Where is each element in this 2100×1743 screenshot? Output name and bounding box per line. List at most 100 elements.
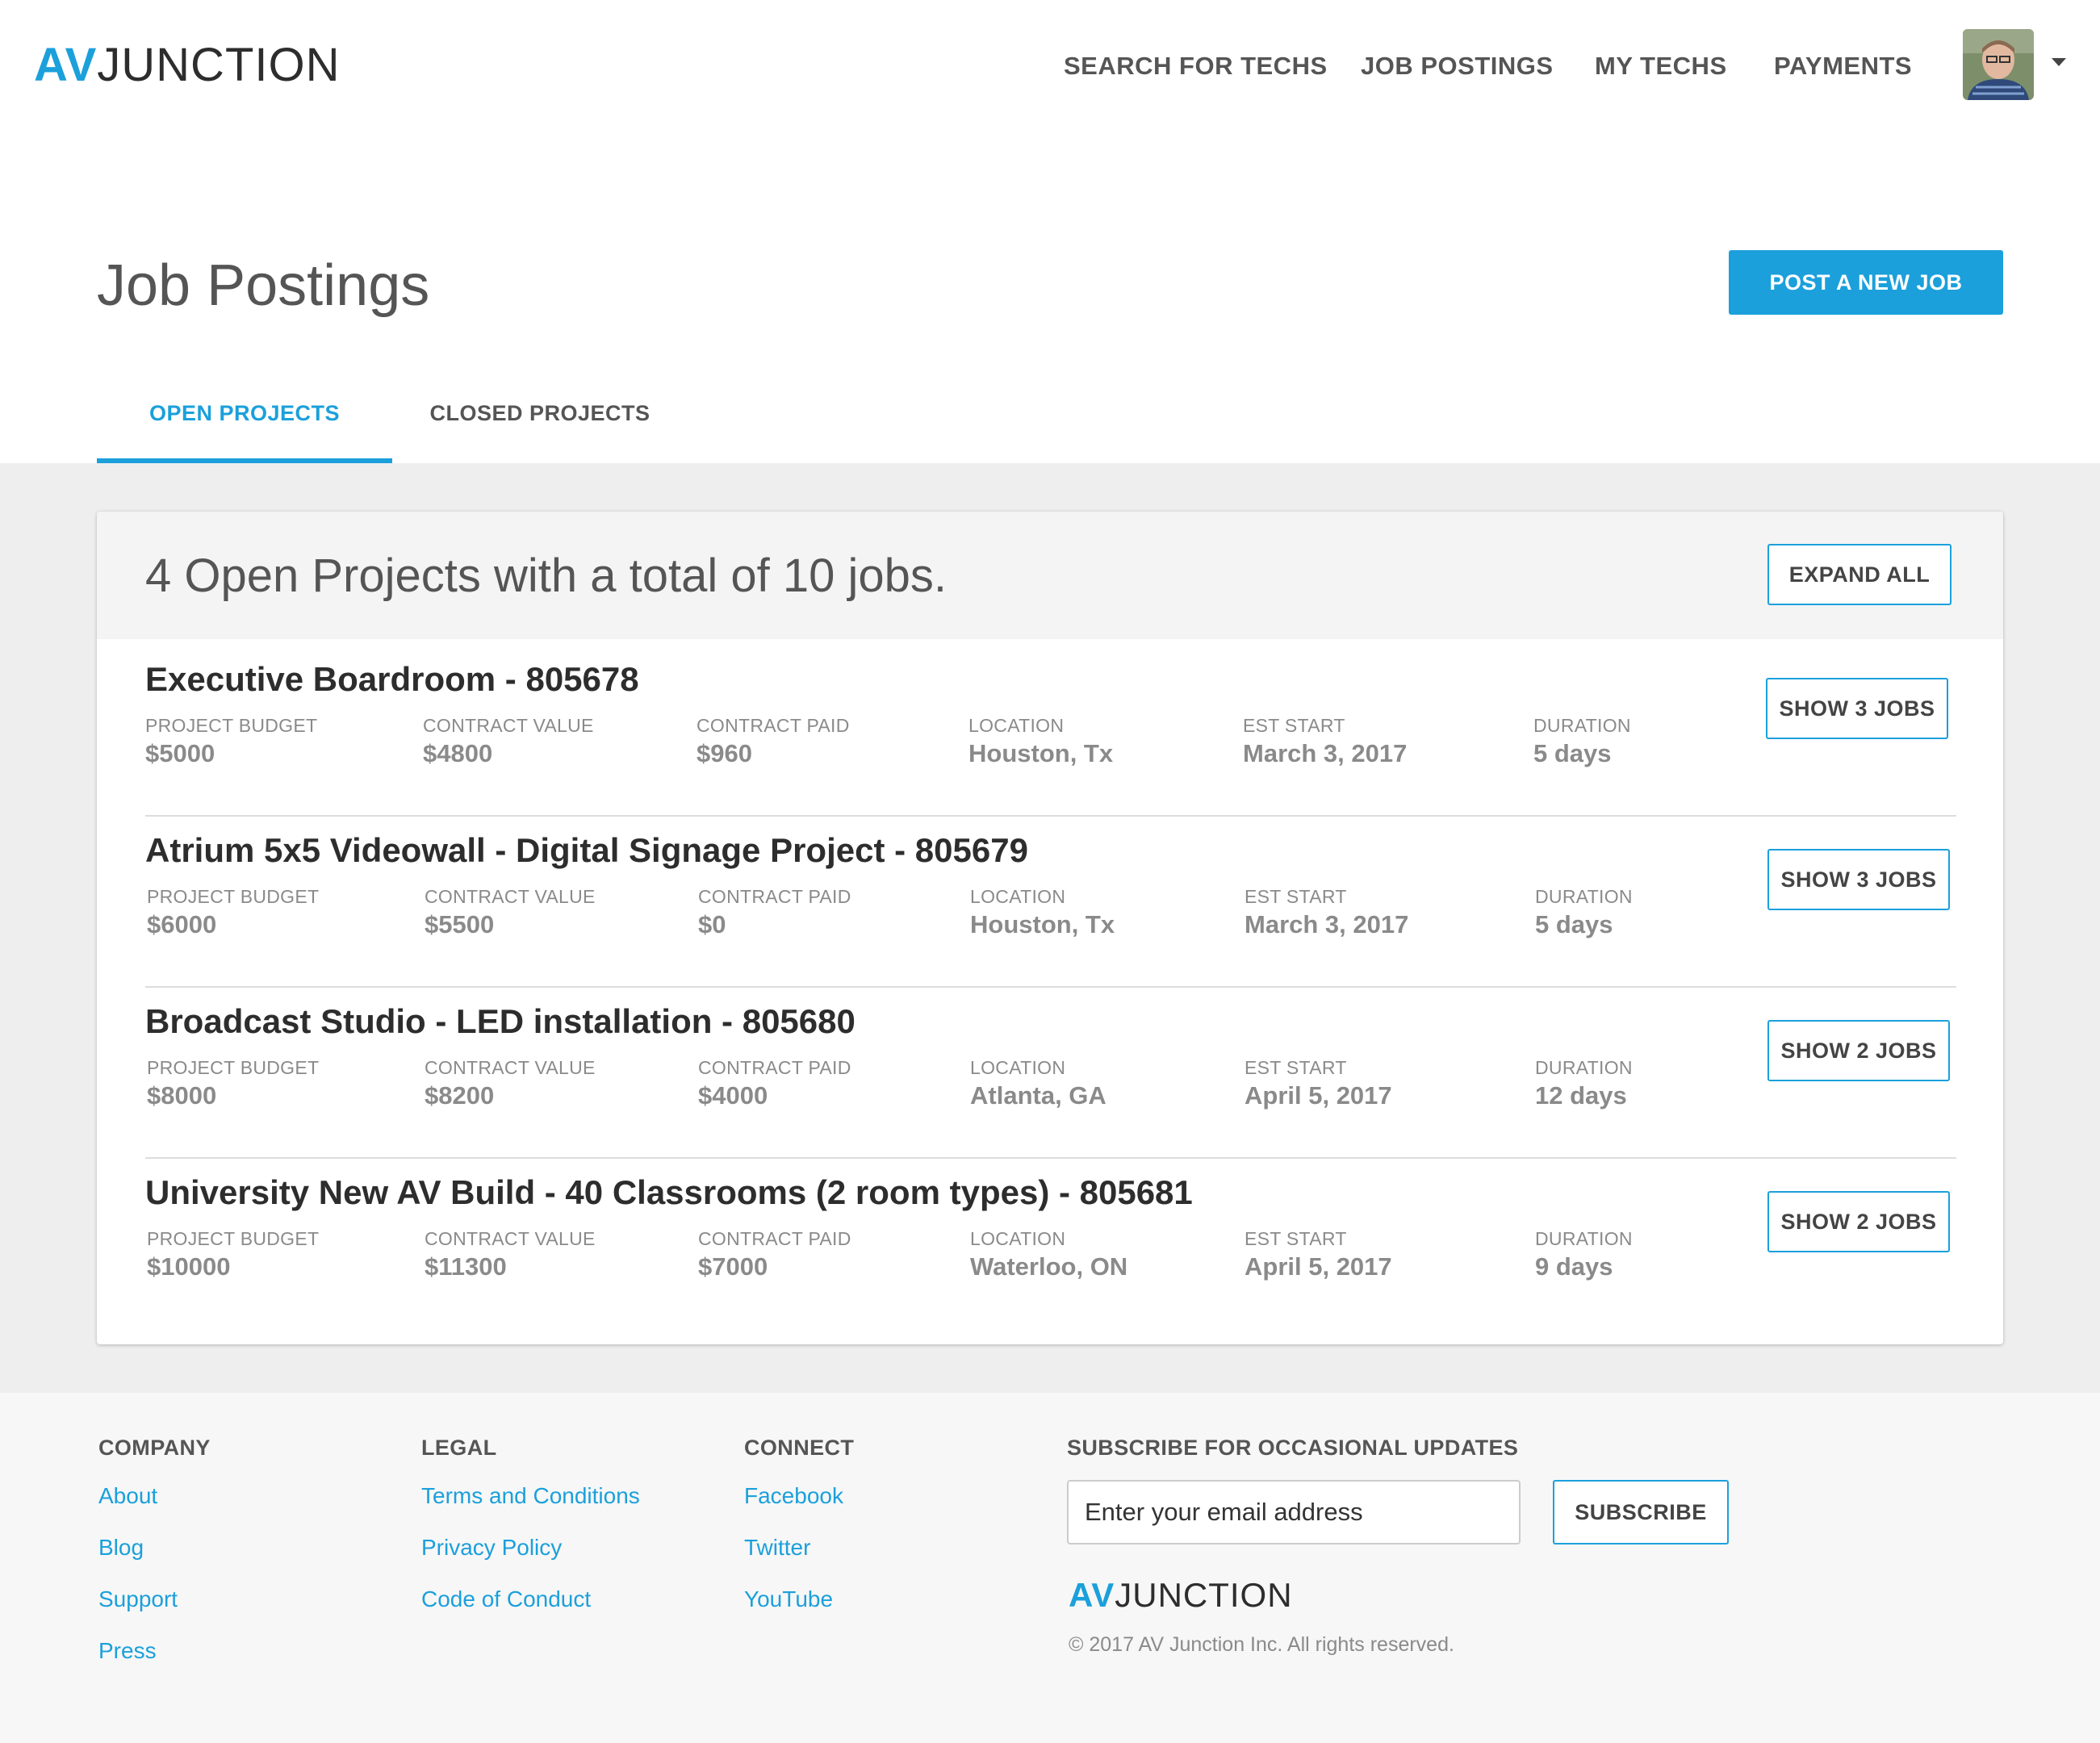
nav-search-for-techs[interactable]: SEARCH FOR TECHS [1064,50,1328,82]
field-label: LOCATION [970,1228,1066,1249]
nav-my-techs[interactable]: MY TECHS [1595,50,1727,82]
copyright: © 2017 AV Junction Inc. All rights reser… [1069,1633,1454,1656]
field-est-start: EST START March 3, 2017 [1245,884,1408,941]
projects-summary-header: 4 Open Projects with a total of 10 jobs.… [97,512,2003,639]
footer-heading: COMPANY [98,1436,211,1460]
field-est-start: EST START April 5, 2017 [1245,1055,1392,1112]
footer-heading: SUBSCRIBE FOR OCCASIONAL UPDATES [1067,1436,1519,1460]
projects-card: 4 Open Projects with a total of 10 jobs.… [97,512,2003,1344]
field-contract-value: CONTRACT VALUE $8200 [425,1055,596,1112]
field-label: LOCATION [970,1057,1066,1078]
field-location: LOCATION Houston, Tx [970,884,1115,941]
footer-subscribe: SUBSCRIBE FOR OCCASIONAL UPDATES [1067,1432,1518,1480]
field-value: April 5, 2017 [1245,1252,1392,1281]
footer-link-twitter[interactable]: Twitter [744,1532,854,1564]
field-label: EST START [1245,886,1347,907]
footer-link-youtube[interactable]: YouTube [744,1583,854,1616]
project-row: University New AV Build - 40 Classrooms … [145,1159,1956,1330]
field-contract-paid: CONTRACT PAID $960 [697,713,850,770]
footer-legal: LEGAL Terms and Conditions Privacy Polic… [421,1432,640,1635]
brand-logo[interactable]: AVJUNCTION [34,39,340,92]
field-value: $5000 [145,739,215,767]
project-row: Atrium 5x5 Videowall - Digital Signage P… [145,817,1956,988]
field-value: March 3, 2017 [1245,910,1409,938]
show-jobs-button[interactable]: SHOW 3 JOBS [1766,678,1948,739]
field-label: CONTRACT VALUE [425,1228,596,1249]
field-label: EST START [1243,715,1345,736]
project-row: Broadcast Studio - LED installation - 80… [145,988,1956,1159]
field-location: LOCATION Waterloo, ON [970,1227,1127,1283]
field-contract-paid: CONTRACT PAID $0 [698,884,851,941]
field-value: 9 days [1535,1252,1613,1281]
project-title: Broadcast Studio - LED installation - 80… [145,1002,855,1040]
project-title: Atrium 5x5 Videowall - Digital Signage P… [145,831,1028,869]
field-budget: PROJECT BUDGET $6000 [147,884,319,941]
post-new-job-button[interactable]: POST A NEW JOB [1729,250,2003,315]
footer-company: COMPANY About Blog Support Press [98,1432,211,1687]
subscribe-button[interactable]: SUBSCRIBE [1553,1480,1729,1544]
field-value: $5500 [425,910,495,938]
field-value: $8000 [147,1081,217,1110]
field-budget: PROJECT BUDGET $5000 [145,713,317,770]
field-duration: DURATION 5 days [1533,713,1631,770]
field-value: $0 [698,910,726,938]
field-value: $4000 [698,1081,768,1110]
field-value: 12 days [1535,1081,1627,1110]
show-jobs-button[interactable]: SHOW 2 JOBS [1767,1191,1950,1252]
field-budget: PROJECT BUDGET $10000 [147,1227,319,1283]
field-budget: PROJECT BUDGET $8000 [147,1055,319,1112]
show-jobs-button[interactable]: SHOW 3 JOBS [1767,849,1950,910]
field-est-start: EST START March 3, 2017 [1243,713,1407,770]
footer-link-code-of-conduct[interactable]: Code of Conduct [421,1583,640,1616]
field-label: DURATION [1535,1057,1633,1078]
field-value: $10000 [147,1252,231,1281]
footer: COMPANY About Blog Support Press LEGAL T… [0,1393,2100,1743]
field-label: LOCATION [968,715,1065,736]
field-contract-value: CONTRACT VALUE $5500 [425,884,596,941]
project-row: Executive Boardroom - 805678 PROJECT BUD… [145,646,1956,817]
nav-payments[interactable]: PAYMENTS [1774,50,1912,82]
field-label: CONTRACT PAID [698,1057,851,1078]
logo-junction: JUNCTION [1115,1576,1293,1614]
footer-link-blog[interactable]: Blog [98,1532,211,1564]
field-location: LOCATION Atlanta, GA [970,1055,1106,1112]
footer-link-terms[interactable]: Terms and Conditions [421,1480,640,1512]
page-title: Job Postings [97,253,430,318]
tab-open-projects[interactable]: OPEN PROJECTS [97,381,392,463]
field-value: $960 [697,739,752,767]
field-value: $4800 [423,739,493,767]
nav-job-postings[interactable]: JOB POSTINGS [1361,50,1554,82]
field-label: PROJECT BUDGET [147,1057,320,1078]
footer-link-support[interactable]: Support [98,1583,211,1616]
footer-link-press[interactable]: Press [98,1635,211,1667]
email-field[interactable] [1067,1480,1521,1544]
footer-link-privacy[interactable]: Privacy Policy [421,1532,640,1564]
field-est-start: EST START April 5, 2017 [1245,1227,1392,1283]
field-value: Houston, Tx [968,739,1114,767]
field-label: PROJECT BUDGET [147,886,320,907]
field-label: DURATION [1535,886,1633,907]
field-contract-paid: CONTRACT PAID $4000 [698,1055,851,1112]
field-label: PROJECT BUDGET [147,1228,320,1249]
field-label: CONTRACT VALUE [423,715,594,736]
field-value: $11300 [425,1252,507,1281]
field-label: EST START [1245,1228,1347,1249]
field-contract-paid: CONTRACT PAID $7000 [698,1227,851,1283]
expand-all-button[interactable]: EXPAND ALL [1767,544,1951,605]
footer-logo[interactable]: AVJUNCTION [1069,1575,1293,1616]
field-value: $6000 [147,910,217,938]
field-value: March 3, 2017 [1243,739,1408,767]
field-value: $7000 [698,1252,768,1281]
avatar[interactable] [1963,29,2034,100]
footer-link-about[interactable]: About [98,1480,211,1512]
tab-closed-projects[interactable]: CLOSED PROJECTS [392,381,688,463]
footer-connect: CONNECT Facebook Twitter YouTube [744,1432,854,1635]
top-navbar: AVJUNCTION SEARCH FOR TECHS JOB POSTINGS… [0,0,2100,129]
show-jobs-button[interactable]: SHOW 2 JOBS [1767,1020,1950,1081]
caret-down-icon[interactable] [2052,58,2066,66]
field-label: DURATION [1535,1228,1633,1249]
footer-heading: LEGAL [421,1436,497,1460]
field-label: CONTRACT PAID [698,886,851,907]
footer-link-facebook[interactable]: Facebook [744,1480,854,1512]
field-value: Waterloo, ON [970,1252,1128,1281]
